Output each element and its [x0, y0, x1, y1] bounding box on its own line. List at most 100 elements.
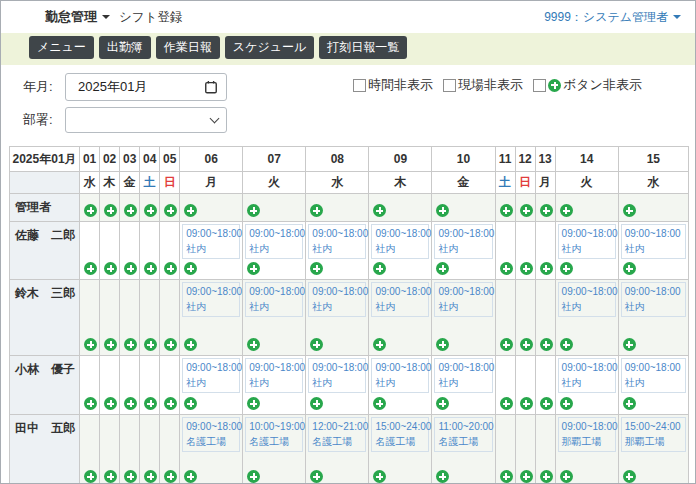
checkbox-0[interactable]: 時間非表示	[353, 76, 433, 94]
add-shift-button[interactable]	[84, 338, 97, 351]
shift-place[interactable]: 那覇工場	[562, 434, 613, 449]
shift-entry[interactable]: 09:00~18:00社内	[308, 358, 366, 393]
add-shift-button[interactable]	[247, 338, 260, 351]
shift-entry[interactable]: 09:00~18:00社内	[308, 224, 366, 259]
shift-place[interactable]: 社内	[186, 299, 237, 314]
app-menu[interactable]: 勤怠管理	[45, 8, 110, 26]
shift-entry[interactable]: 09:00~18:00社内	[245, 224, 303, 259]
add-shift-button[interactable]	[540, 397, 553, 410]
add-shift-button[interactable]	[623, 204, 636, 217]
shift-place[interactable]: 名護工場	[312, 434, 363, 449]
toolbar-button-0[interactable]: メニュー	[29, 36, 94, 59]
shift-time[interactable]: 11:00~20:00	[438, 419, 489, 434]
shift-time[interactable]: 09:00~18:00	[562, 360, 613, 375]
add-shift-button[interactable]	[124, 262, 137, 275]
shift-entry[interactable]: 09:00~18:00那覇工場	[558, 417, 616, 452]
shift-time[interactable]: 09:00~18:00	[249, 360, 300, 375]
add-shift-button[interactable]	[184, 397, 197, 410]
add-shift-button[interactable]	[540, 262, 553, 275]
shift-time[interactable]: 09:00~18:00	[375, 360, 426, 375]
shift-entry[interactable]: 09:00~18:00社内	[371, 358, 429, 393]
add-shift-button[interactable]	[104, 338, 117, 351]
shift-time[interactable]: 09:00~18:00	[562, 226, 613, 241]
shift-time[interactable]: 09:00~18:00	[375, 284, 426, 299]
shift-entry[interactable]: 09:00~18:00社内	[182, 224, 240, 259]
shift-time[interactable]: 12:00~21:00	[312, 419, 363, 434]
checkbox-1[interactable]: 現場非表示	[443, 76, 523, 94]
shift-entry[interactable]: 09:00~18:00社内	[182, 358, 240, 393]
calendar-icon[interactable]	[204, 80, 218, 94]
add-shift-button[interactable]	[164, 204, 177, 217]
add-shift-button[interactable]	[520, 470, 533, 483]
shift-entry[interactable]: 09:00~18:00社内	[621, 224, 686, 259]
add-shift-button[interactable]	[520, 204, 533, 217]
shift-time[interactable]: 09:00~18:00	[625, 360, 683, 375]
shift-entry[interactable]: 15:00~24:00那覇工場	[621, 417, 686, 452]
toolbar-button-2[interactable]: 作業日報	[156, 36, 220, 59]
shift-entry[interactable]: 09:00~18:00社内	[558, 358, 616, 393]
add-shift-button[interactable]	[124, 470, 137, 483]
add-shift-button[interactable]	[184, 338, 197, 351]
add-shift-button[interactable]	[84, 262, 97, 275]
add-shift-button[interactable]	[623, 338, 636, 351]
shift-time[interactable]: 09:00~18:00	[186, 419, 237, 434]
shift-time[interactable]: 09:00~18:00	[375, 226, 426, 241]
add-shift-button[interactable]	[247, 204, 260, 217]
add-shift-button[interactable]	[500, 397, 513, 410]
shift-entry[interactable]: 09:00~18:00社内	[182, 282, 240, 317]
add-shift-button[interactable]	[184, 204, 197, 217]
add-shift-button[interactable]	[247, 397, 260, 410]
checkbox-box[interactable]	[533, 79, 546, 92]
add-shift-button[interactable]	[520, 397, 533, 410]
add-shift-button[interactable]	[84, 397, 97, 410]
add-shift-button[interactable]	[144, 397, 157, 410]
shift-place[interactable]: 名護工場	[186, 434, 237, 449]
shift-time[interactable]: 09:00~18:00	[186, 226, 237, 241]
shift-time[interactable]: 09:00~18:00	[625, 284, 683, 299]
add-shift-button[interactable]	[184, 262, 197, 275]
shift-entry[interactable]: 09:00~18:00社内	[434, 224, 492, 259]
add-shift-button[interactable]	[124, 204, 137, 217]
add-shift-button[interactable]	[623, 262, 636, 275]
shift-place[interactable]: 名護工場	[249, 434, 300, 449]
shift-time[interactable]: 09:00~18:00	[438, 360, 489, 375]
add-shift-button[interactable]	[373, 470, 386, 483]
add-shift-button[interactable]	[436, 397, 449, 410]
add-shift-button[interactable]	[560, 397, 573, 410]
shift-place[interactable]: 社内	[186, 241, 237, 256]
shift-place[interactable]: 社内	[312, 299, 363, 314]
shift-time[interactable]: 09:00~18:00	[562, 284, 613, 299]
shift-entry[interactable]: 09:00~18:00社内	[245, 358, 303, 393]
add-shift-button[interactable]	[247, 470, 260, 483]
add-shift-button[interactable]	[247, 262, 260, 275]
shift-place[interactable]: 社内	[375, 375, 426, 390]
shift-entry[interactable]: 12:00~21:00名護工場	[308, 417, 366, 452]
shift-entry[interactable]: 09:00~18:00社内	[434, 282, 492, 317]
add-shift-button[interactable]	[164, 262, 177, 275]
shift-entry[interactable]: 10:00~19:00名護工場	[245, 417, 303, 452]
add-shift-button[interactable]	[520, 262, 533, 275]
add-shift-button[interactable]	[436, 470, 449, 483]
add-shift-button[interactable]	[373, 204, 386, 217]
shift-place[interactable]: 社内	[625, 241, 683, 256]
add-shift-button[interactable]	[144, 204, 157, 217]
add-shift-button[interactable]	[104, 262, 117, 275]
toolbar-button-3[interactable]: スケジュール	[225, 36, 314, 59]
shift-time[interactable]: 15:00~24:00	[375, 419, 426, 434]
shift-entry[interactable]: 09:00~18:00社内	[245, 282, 303, 317]
shift-entry[interactable]: 09:00~18:00社内	[434, 358, 492, 393]
add-shift-button[interactable]	[540, 470, 553, 483]
shift-place[interactable]: 社内	[249, 241, 300, 256]
shift-time[interactable]: 09:00~18:00	[438, 284, 489, 299]
checkbox-box[interactable]	[353, 79, 366, 92]
shift-time[interactable]: 10:00~19:00	[249, 419, 300, 434]
add-shift-button[interactable]	[560, 338, 573, 351]
add-shift-button[interactable]	[373, 262, 386, 275]
toolbar-button-4[interactable]: 打刻日報一覧	[319, 36, 407, 59]
add-shift-button[interactable]	[500, 204, 513, 217]
shift-time[interactable]: 09:00~18:00	[186, 284, 237, 299]
add-shift-button[interactable]	[144, 338, 157, 351]
add-shift-button[interactable]	[436, 262, 449, 275]
add-shift-button[interactable]	[540, 338, 553, 351]
checkbox-box[interactable]	[443, 79, 456, 92]
